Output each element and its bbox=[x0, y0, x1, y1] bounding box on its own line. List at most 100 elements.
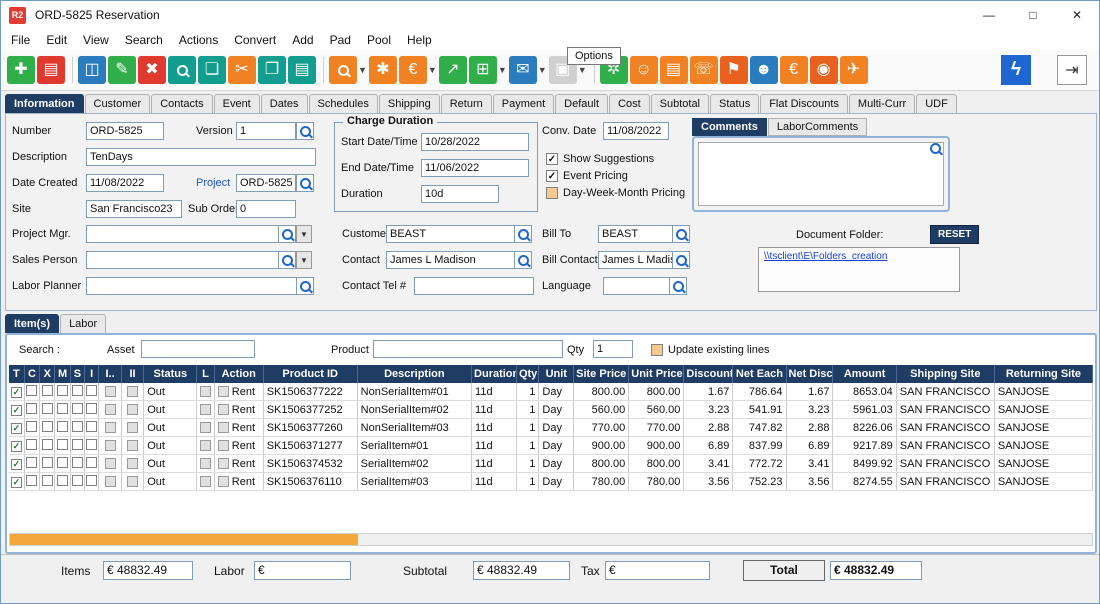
col-action[interactable]: Action bbox=[214, 365, 263, 383]
col-site_price[interactable]: Site Price bbox=[574, 365, 629, 383]
col-discount[interactable]: Discount bbox=[684, 365, 733, 383]
row-flag-checkbox[interactable] bbox=[57, 403, 68, 414]
bill-to-search-icon[interactable] bbox=[673, 225, 690, 243]
col-x[interactable]: X bbox=[40, 365, 55, 383]
update-existing-lines-checkbox[interactable]: Update existing lines bbox=[651, 343, 770, 357]
col-i1[interactable]: I bbox=[85, 365, 99, 383]
row-mini-button[interactable] bbox=[127, 458, 138, 469]
chat-icon-dropdown[interactable]: ▼ bbox=[538, 65, 547, 75]
delete-icon[interactable]: ✖ bbox=[138, 56, 166, 84]
project-field[interactable]: ORD-5825 bbox=[236, 174, 296, 192]
row-mini-button[interactable] bbox=[105, 386, 116, 397]
row-flag-checkbox[interactable] bbox=[26, 385, 37, 396]
print-icon[interactable]: ▤ bbox=[37, 56, 65, 84]
tab-items[interactable]: Item(s) bbox=[5, 314, 59, 333]
tab-cost[interactable]: Cost bbox=[609, 94, 650, 113]
row-flag-checkbox[interactable] bbox=[57, 421, 68, 432]
end-datetime-field[interactable]: 11/06/2022 bbox=[421, 159, 529, 177]
row-flag-checkbox[interactable] bbox=[86, 475, 97, 486]
customer-field[interactable]: BEAST bbox=[386, 225, 532, 243]
truck-icon[interactable]: ✈ bbox=[840, 56, 868, 84]
row-mini-button[interactable] bbox=[127, 422, 138, 433]
menu-pool[interactable]: Pool bbox=[359, 31, 399, 49]
col-shipping_site[interactable]: Shipping Site bbox=[896, 365, 994, 383]
conv-date-field[interactable]: 11/08/2022 bbox=[603, 122, 669, 140]
col-returning_site[interactable]: Returning Site bbox=[994, 365, 1092, 383]
row-select-checkbox[interactable] bbox=[11, 441, 22, 452]
bill-to-field[interactable]: BEAST bbox=[598, 225, 690, 243]
quick-action-icon[interactable]: ϟ bbox=[1001, 55, 1031, 85]
maximize-button[interactable]: □ bbox=[1011, 1, 1055, 29]
tab-event[interactable]: Event bbox=[214, 94, 260, 113]
comments-search-icon[interactable] bbox=[930, 143, 941, 157]
row-mini-button[interactable] bbox=[105, 476, 116, 487]
document-folder-link[interactable]: \\tsclient\E\Folders_creation bbox=[759, 248, 959, 265]
contact-value[interactable]: James L Madison bbox=[386, 251, 515, 269]
item-search-icon-dropdown[interactable]: ▼ bbox=[358, 65, 367, 75]
event-pricing-checkbox[interactable]: Event Pricing bbox=[546, 169, 628, 183]
tab-payment[interactable]: Payment bbox=[493, 94, 554, 113]
tab-return[interactable]: Return bbox=[441, 94, 492, 113]
show-suggestions-checkbox[interactable]: Show Suggestions bbox=[546, 152, 654, 166]
cart-icon[interactable]: € bbox=[399, 56, 427, 84]
col-qty[interactable]: Qty bbox=[516, 365, 538, 383]
col-t[interactable]: T bbox=[9, 365, 24, 383]
site-field[interactable]: San Francisco23 bbox=[86, 200, 182, 218]
row-mini-button[interactable] bbox=[105, 422, 116, 433]
row-select-checkbox[interactable] bbox=[11, 387, 22, 398]
row-action-icon[interactable] bbox=[218, 422, 229, 433]
table-row[interactable]: Out RentSK1506371277SerialItem#0111d1Day… bbox=[9, 437, 1093, 455]
currency-icon[interactable]: € bbox=[780, 56, 808, 84]
menu-search[interactable]: Search bbox=[117, 31, 171, 49]
row-flag-checkbox[interactable] bbox=[26, 457, 37, 468]
row-flag-checkbox[interactable] bbox=[42, 475, 53, 486]
row-select-checkbox[interactable] bbox=[11, 423, 22, 434]
col-net_disc[interactable]: Net Disc bbox=[786, 365, 833, 383]
row-mini-button[interactable] bbox=[200, 422, 211, 433]
row-flag-checkbox[interactable] bbox=[26, 439, 37, 450]
search-icon[interactable] bbox=[168, 56, 196, 84]
show-suggestions-checkbox-box[interactable] bbox=[546, 153, 558, 165]
row-flag-checkbox[interactable] bbox=[86, 421, 97, 432]
reset-button[interactable]: RESET bbox=[930, 225, 979, 244]
row-flag-checkbox[interactable] bbox=[42, 403, 53, 414]
row-flag-checkbox[interactable] bbox=[26, 403, 37, 414]
row-flag-checkbox[interactable] bbox=[86, 457, 97, 468]
row-mini-button[interactable] bbox=[127, 440, 138, 451]
tab-default[interactable]: Default bbox=[555, 94, 608, 113]
tab-schedules[interactable]: Schedules bbox=[309, 94, 378, 113]
qty-input[interactable]: 1 bbox=[593, 340, 633, 358]
paste-icon[interactable]: ▤ bbox=[288, 56, 316, 84]
new-document-icon[interactable]: ✚ bbox=[7, 56, 35, 84]
row-mini-button[interactable] bbox=[200, 404, 211, 415]
row-flag-checkbox[interactable] bbox=[42, 421, 53, 432]
row-flag-checkbox[interactable] bbox=[72, 421, 83, 432]
version-search-icon[interactable] bbox=[296, 122, 314, 140]
options-icon[interactable]: ⊞ bbox=[469, 56, 497, 84]
labor-planner-search-icon[interactable] bbox=[297, 277, 314, 295]
menu-pad[interactable]: Pad bbox=[322, 31, 359, 49]
cut-icon[interactable]: ✂ bbox=[228, 56, 256, 84]
col-amount[interactable]: Amount bbox=[833, 365, 896, 383]
project-search-icon[interactable] bbox=[296, 174, 314, 192]
duration-field[interactable]: 10d bbox=[421, 185, 499, 203]
row-mini-button[interactable] bbox=[200, 476, 211, 487]
contact-field[interactable]: James L Madison bbox=[386, 251, 532, 269]
table-row[interactable]: Out RentSK1506377222NonSerialItem#0111d1… bbox=[9, 383, 1093, 401]
row-mini-button[interactable] bbox=[127, 404, 138, 415]
col-c[interactable]: C bbox=[24, 365, 39, 383]
row-mini-button[interactable] bbox=[127, 476, 138, 487]
tab-multi-curr[interactable]: Multi-Curr bbox=[849, 94, 915, 113]
row-flag-checkbox[interactable] bbox=[86, 403, 97, 414]
sales-person-search-icon[interactable] bbox=[279, 251, 296, 269]
kit-icon[interactable]: ✱ bbox=[369, 56, 397, 84]
col-unit_price[interactable]: Unit Price bbox=[629, 365, 684, 383]
menu-actions[interactable]: Actions bbox=[171, 31, 226, 49]
contact-search-icon[interactable] bbox=[515, 251, 532, 269]
day-week-month-pricing-checkbox-box[interactable] bbox=[546, 187, 558, 199]
bill-contact-value[interactable]: James L Madison bbox=[598, 251, 673, 269]
table-row[interactable]: Out RentSK1506377252NonSerialItem#0211d1… bbox=[9, 401, 1093, 419]
col-ii[interactable]: II bbox=[121, 365, 143, 383]
row-flag-checkbox[interactable] bbox=[86, 439, 97, 450]
row-mini-button[interactable] bbox=[200, 458, 211, 469]
